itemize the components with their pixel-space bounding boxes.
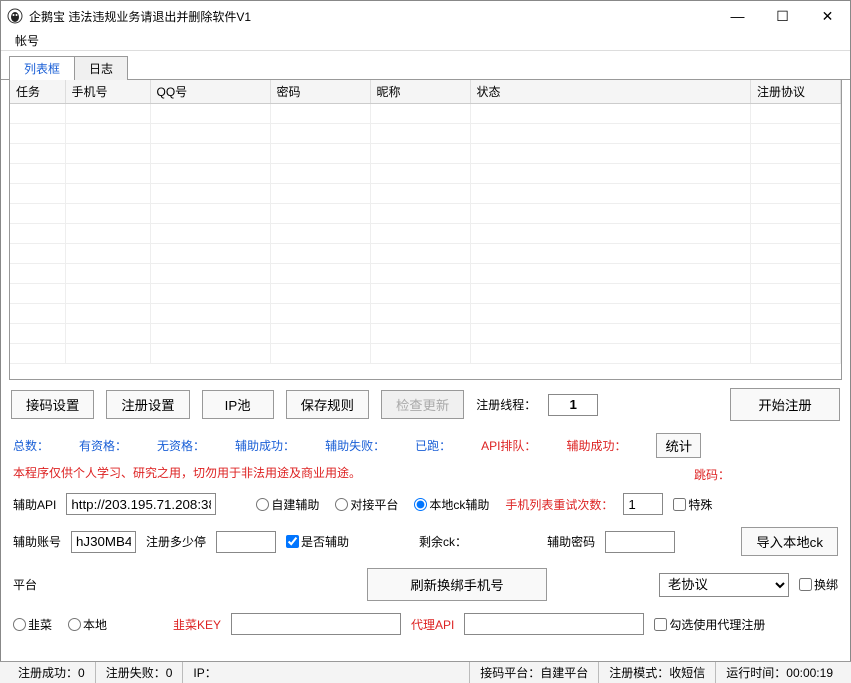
table-row: [10, 184, 841, 204]
radio-local[interactable]: 本地: [68, 616, 107, 633]
menubar: 帐号: [1, 31, 850, 51]
stat-assist-success: 辅助成功：: [235, 437, 295, 454]
reg-threads-label: 注册线程：: [476, 396, 536, 413]
jiucai-key-input[interactable]: [231, 613, 401, 635]
refresh-phone-button[interactable]: 刷新换绑手机号: [367, 568, 547, 601]
menu-account[interactable]: 帐号: [9, 30, 45, 51]
app-icon: [7, 8, 23, 24]
proxy-api-input[interactable]: [464, 613, 644, 635]
statusbar: 注册成功：0 注册失败：0 IP： 接码平台：自建平台 注册模式：收短信 运行时…: [0, 661, 851, 683]
reg-threads-input[interactable]: [548, 394, 598, 416]
retry-input[interactable]: [623, 493, 663, 515]
platform-row: 平台 刷新换绑手机号 老协议 换绑: [1, 562, 850, 607]
import-ck-button[interactable]: 导入本地ck: [741, 527, 838, 556]
jiucai-key-label: 韭菜KEY: [173, 616, 221, 633]
table-row: [10, 284, 841, 304]
ip-pool-button[interactable]: IP池: [202, 390, 274, 419]
table-row: [10, 344, 841, 364]
status-reg-fail: 注册失败：0: [96, 662, 184, 683]
check-use-proxy[interactable]: 勾选使用代理注册: [654, 616, 765, 633]
radio-self-build[interactable]: 自建辅助: [256, 496, 319, 513]
sms-settings-button[interactable]: 接码设置: [11, 390, 94, 419]
protocol-select[interactable]: 老协议: [659, 573, 789, 597]
maximize-button[interactable]: ☐: [760, 1, 805, 31]
table-row: [10, 144, 841, 164]
reg-stop-label: 注册多少停: [146, 533, 206, 550]
start-register-button[interactable]: 开始注册: [730, 388, 840, 421]
table-row: [10, 104, 841, 124]
assist-account-label: 辅助账号: [13, 533, 61, 550]
col-status[interactable]: 状态: [470, 80, 751, 104]
check-rebind[interactable]: 换绑: [799, 576, 838, 593]
assist-api-input[interactable]: [66, 493, 216, 515]
col-phone[interactable]: 手机号: [65, 80, 150, 104]
col-nickname[interactable]: 昵称: [370, 80, 470, 104]
assist-pwd-input[interactable]: [605, 531, 675, 553]
status-ip: IP：: [183, 662, 470, 683]
stat-assist-fail: 辅助失败：: [325, 437, 385, 454]
disclaimer: 本程序仅供个人学习、研究之用，切勿用于非法用途及商业用途。: [1, 462, 694, 487]
radio-local-ck[interactable]: 本地ck辅助: [414, 496, 489, 513]
stats-row: 总数： 有资格： 无资格： 辅助成功： 辅助失败： 已跑： API排队： 辅助成…: [1, 429, 850, 462]
table-row: [10, 164, 841, 184]
tab-log[interactable]: 日志: [75, 56, 128, 80]
stat-unqualified: 无资格：: [157, 437, 205, 454]
status-sms-platform: 接码平台：自建平台: [470, 662, 599, 683]
col-password[interactable]: 密码: [270, 80, 370, 104]
save-rules-button[interactable]: 保存规则: [286, 390, 369, 419]
table-header-row: 任务 手机号 QQ号 密码 昵称 状态 注册协议: [10, 80, 841, 104]
radio-jiucai[interactable]: 韭菜: [13, 616, 52, 633]
stat-ran: 已跑：: [415, 437, 451, 454]
api-row: 辅助API 自建辅助 对接平台 本地ck辅助 手机列表重试次数： 特殊: [1, 487, 850, 521]
col-protocol[interactable]: 注册协议: [751, 80, 841, 104]
main-toolbar: 接码设置 注册设置 IP池 保存规则 检查更新 注册线程： 开始注册: [1, 380, 850, 429]
titlebar: 企鹅宝 违法违规业务请退出并删除软件V1 — ☐ ✕: [1, 1, 850, 31]
table-row: [10, 204, 841, 224]
assist-pwd-label: 辅助密码: [547, 533, 595, 550]
stat-assist-success2: 辅助成功：: [566, 437, 626, 454]
stat-qualified: 有资格：: [79, 437, 127, 454]
tab-list[interactable]: 列表框: [9, 56, 75, 80]
table-row: [10, 264, 841, 284]
table-row: [10, 304, 841, 324]
status-runtime: 运行时间：00:00:19: [716, 662, 843, 683]
col-qq[interactable]: QQ号: [150, 80, 270, 104]
status-reg-ok: 注册成功：0: [8, 662, 96, 683]
stat-skip: 跳码：: [694, 466, 850, 483]
status-reg-mode: 注册模式：收短信: [599, 662, 716, 683]
reg-stop-input[interactable]: [216, 531, 276, 553]
account-row: 辅助账号 注册多少停 是否辅助 剩余ck： 辅助密码 导入本地ck: [1, 521, 850, 562]
stats-button[interactable]: 统计: [656, 433, 701, 458]
platform-label: 平台: [13, 576, 37, 593]
tabstrip: 列表框 日志: [1, 55, 850, 80]
check-is-assist[interactable]: 是否辅助: [286, 533, 349, 550]
col-task[interactable]: 任务: [10, 80, 65, 104]
check-special[interactable]: 特殊: [673, 496, 712, 513]
jiucai-row: 韭菜 本地 韭菜KEY 代理API 勾选使用代理注册: [1, 607, 850, 641]
data-grid[interactable]: 任务 手机号 QQ号 密码 昵称 状态 注册协议: [9, 80, 842, 380]
table-row: [10, 224, 841, 244]
assist-account-input[interactable]: [71, 531, 136, 553]
table-row: [10, 244, 841, 264]
stat-api-queue: API排队：: [481, 437, 536, 454]
remain-ck-label: 剩余ck：: [419, 533, 467, 550]
stat-total: 总数：: [13, 437, 49, 454]
check-update-button[interactable]: 检查更新: [381, 390, 464, 419]
retry-label: 手机列表重试次数：: [505, 496, 613, 513]
minimize-button[interactable]: —: [715, 1, 760, 31]
reg-settings-button[interactable]: 注册设置: [106, 390, 189, 419]
proxy-api-label: 代理API: [411, 616, 454, 633]
radio-dock-platform[interactable]: 对接平台: [335, 496, 398, 513]
table-row: [10, 124, 841, 144]
close-button[interactable]: ✕: [805, 1, 850, 31]
assist-api-label: 辅助API: [13, 496, 56, 513]
window-title: 企鹅宝 违法违规业务请退出并删除软件V1: [29, 8, 715, 25]
table-row: [10, 324, 841, 344]
